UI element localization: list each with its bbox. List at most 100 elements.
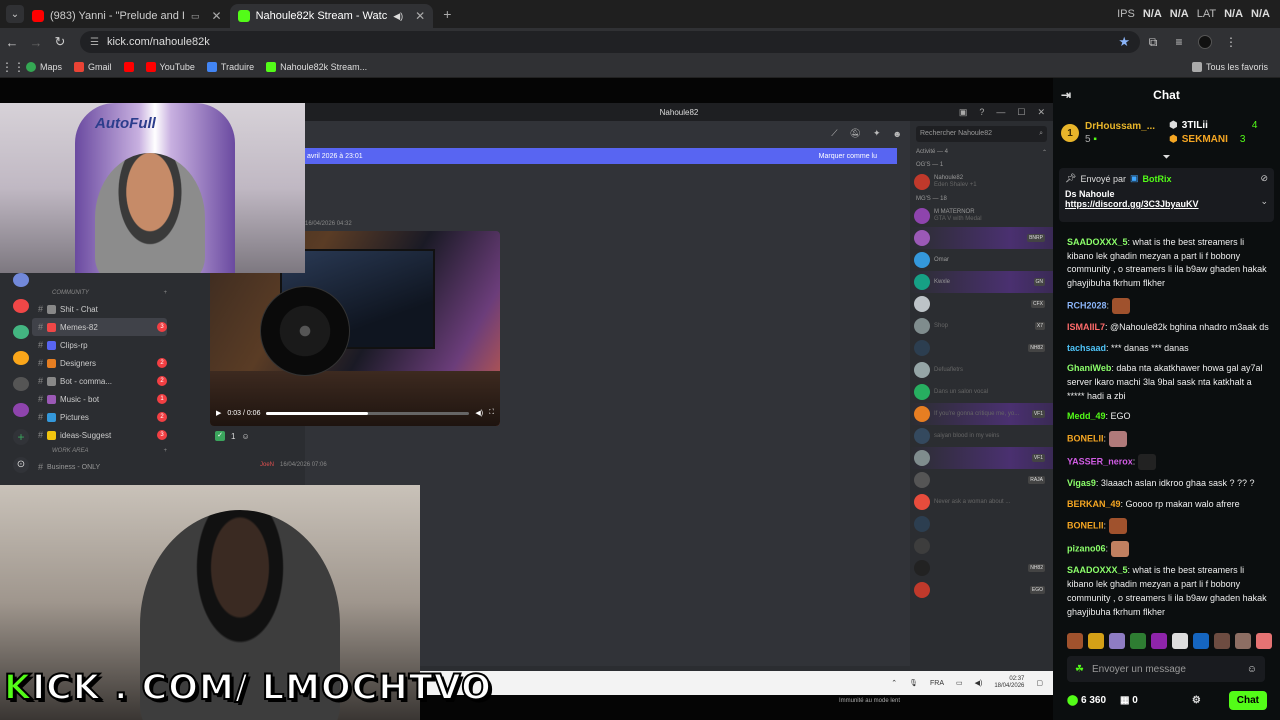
server-icon [13,325,29,339]
tab-youtube[interactable]: (983) Yanni - "Prelude and I ▭ ✕ [24,4,230,28]
member-row: CFX [910,293,1053,315]
collapse-chat-icon[interactable]: ⇥ [1061,88,1071,102]
badge-icon: ⬢ [1169,120,1178,131]
profile-avatar[interactable] [1198,35,1212,49]
chat-username[interactable]: ISMAIIL7 [1067,322,1105,332]
chat-username[interactable]: BERKAN_49 [1067,499,1121,509]
chat-username[interactable]: SAADOXXX_5 [1067,237,1128,247]
member-row: saiyan blood in my veins [910,425,1053,447]
chat-username[interactable]: tachsaad [1067,343,1106,353]
new-tab-button[interactable]: + [443,6,451,22]
apps-icon[interactable]: ⋮⋮ [0,60,26,74]
inbox-icon: ▣ [958,106,968,117]
leader-third[interactable]: ⬢ SEKMANI 3 [1169,133,1257,147]
emoji-icon[interactable]: ☺ [1247,664,1257,675]
webcam-top: AutoFull [0,103,305,273]
chat-username[interactable]: Vigas9 [1067,478,1096,488]
maps-icon [26,61,36,72]
bookmark-maps[interactable]: Maps [26,61,62,72]
chevron-down-icon[interactable]: ⌄ [1260,196,1268,207]
member-row [910,513,1053,535]
bookmark-kick[interactable]: Nahoule82k Stream... [266,61,367,72]
emote-icon[interactable] [1256,633,1272,649]
member-status: Never ask a woman about ... [934,498,1011,505]
chat-input-placeholder: Envoyer un message [1091,663,1186,675]
chat-message: RCH2028: [1067,297,1270,314]
emote-icon [1110,541,1129,558]
back-icon[interactable]: ← [0,35,24,50]
chat-username[interactable]: GhaniWeb [1067,363,1111,373]
all-bookmarks[interactable]: Tous les favoris [1191,61,1268,72]
site-info-icon[interactable]: ☰ [90,37,99,48]
emote-picker-icon[interactable]: ☘ [1075,664,1084,675]
reload-icon[interactable]: ↻ [48,34,72,50]
tab-kick[interactable]: Nahoule82k Stream - Watc ◀) ✕ [229,4,434,28]
youtube-icon [123,61,134,72]
discord-channel-header: ⟋ 🔕︎ ✦ ☻ [305,121,910,146]
category-header: COMMUNITY + [52,290,167,296]
url-field[interactable]: ☰ kick.com/nahoule82k ★ [80,31,1140,53]
leader-first[interactable]: DrHoussam_... 5 ▪ [1085,120,1155,146]
member-tag: GN [1033,278,1045,286]
hide-pinned-icon[interactable]: ⊘ [1260,173,1268,184]
emote-icon[interactable] [1214,633,1230,649]
chat-text: EGO [1110,411,1131,422]
member-tag: VF1 [1031,454,1045,462]
bookmark-translate[interactable]: Traduire [206,61,254,72]
emote-icon[interactable] [1172,633,1188,649]
bookmark-gmail[interactable]: Gmail [74,61,112,72]
emote-icon[interactable] [1088,633,1104,649]
chat-username[interactable]: SAADOXXX_5 [1067,565,1128,575]
member-row: Shop X7 [910,315,1053,337]
gifts[interactable]: ▦ 0 [1120,695,1138,706]
leader-second[interactable]: ⬢ 3TILii 4 [1169,119,1257,133]
ticker: IPS N/A N/A LAT N/A N/A [1117,8,1270,20]
rank-badge: 1 [1061,124,1079,142]
discord-search: Rechercher Nahoule82 ⌕ [910,121,1053,146]
unread-badge: 1 [157,394,167,404]
discord-search-placeholder: Rechercher Nahoule82 [920,130,992,137]
chat-username[interactable]: RCH2028 [1067,300,1107,310]
chat-input[interactable]: ☘ Envoyer un message ☺ [1067,656,1265,682]
forward-icon[interactable]: → [24,35,48,50]
expand-leaderboard-icon[interactable]: ⏷ [1053,153,1280,163]
server-icon [13,351,29,365]
chat-message: Vigas9: 3laaach aslan idkroo ghaa sask ?… [1067,478,1255,489]
chat-message: ISMAIIL7: @Nahoule82k bghina nhadro m3aa… [1067,321,1269,332]
emote-icon[interactable] [1151,633,1167,649]
emote-icon[interactable] [1235,633,1251,649]
chat-username[interactable]: YASSER_nerox [1067,456,1133,466]
channel-points[interactable]: ⬤ 6 360 [1067,695,1106,706]
settings-icon[interactable]: ⚙ [1192,695,1201,706]
close-tab-icon[interactable]: ✕ [415,9,425,23]
stream-player[interactable]: Nahoule82 ▣ ? — ☐ ✕ ⟋ 🔕︎ ✦ ☻ Rechercher … [0,78,1053,720]
bookmark-star-icon[interactable]: ★ [1118,34,1130,50]
pinned-message[interactable]: 📌︎ Envoyé par ▣ BotRix Ds Nahoule https://d… [1059,168,1274,222]
chat-username[interactable]: pizano06 [1067,544,1106,554]
close-tab-icon[interactable]: ✕ [212,9,222,23]
channel-name: ideas-Suggest [60,430,112,440]
url-text: kick.com/nahoule82k [106,36,210,48]
member-row: NH82 [910,337,1053,359]
help-icon: ? [979,107,985,117]
kick-icon [237,10,250,22]
member-tag: NH82 [1028,564,1045,572]
chat-username[interactable]: BONELII [1067,433,1104,443]
bookmark-youtube-short[interactable] [123,61,134,72]
pinned-link[interactable]: https://discord.gg/3C3JbyauKV [1065,199,1268,209]
emote-icon[interactable] [1109,633,1125,649]
bookmark-youtube[interactable]: YouTube [145,61,195,72]
emote-icon[interactable] [1130,633,1146,649]
send-chat-button[interactable]: Chat [1228,690,1267,710]
member-row: Kwxle GN [910,271,1053,293]
chat-username[interactable]: Medd_49 [1067,411,1106,421]
tab-search-icon[interactable]: ⌄ [6,5,24,23]
extensions-icon[interactable]: ⧉ [1140,35,1166,50]
emote-icon[interactable] [1067,633,1083,649]
member-tag: RAJA [1028,476,1045,484]
chat-username[interactable]: BONELII [1067,521,1104,531]
media-icon[interactable]: ≡ [1166,35,1192,49]
minimize-icon: — [996,107,1006,117]
emote-icon[interactable] [1193,633,1209,649]
menu-icon[interactable]: ⋮ [1218,35,1244,49]
